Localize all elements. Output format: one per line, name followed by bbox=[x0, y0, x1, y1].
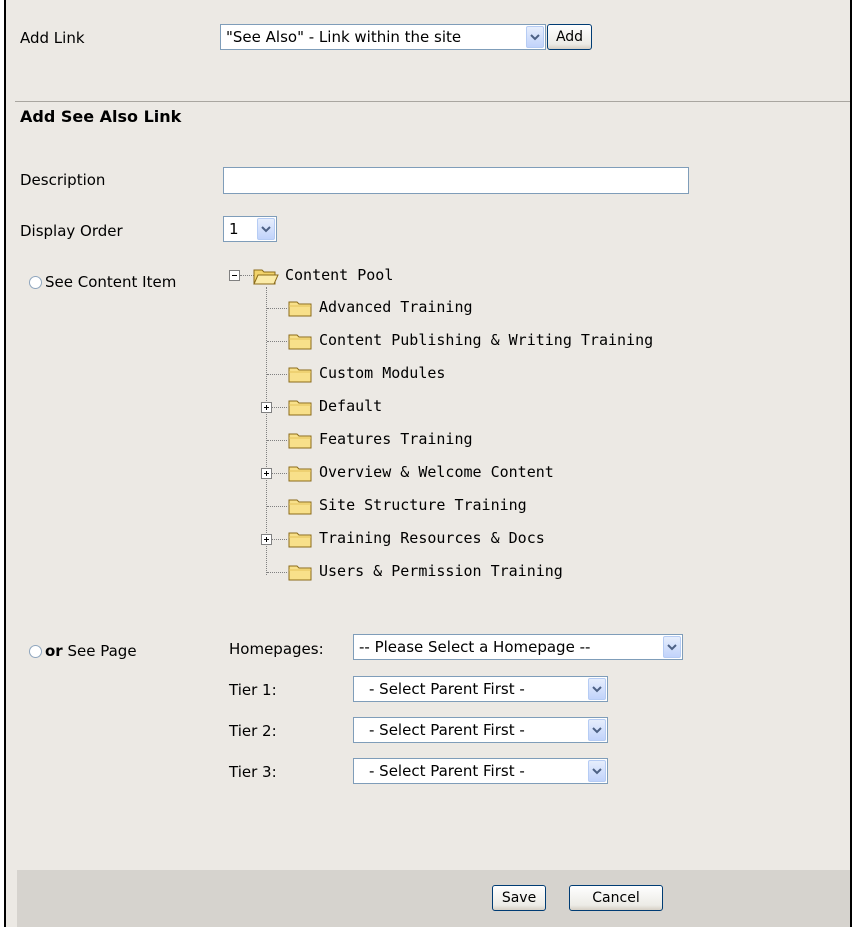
tree-expand-icon[interactable] bbox=[261, 468, 272, 479]
form-panel: Add Link "See Also" - Link within the si… bbox=[4, 0, 852, 927]
see-page-radio[interactable] bbox=[29, 645, 42, 658]
description-label: Description bbox=[20, 171, 106, 189]
folder-icon bbox=[288, 466, 312, 482]
chevron-down-icon bbox=[257, 218, 275, 240]
see-page-label: or See Page bbox=[45, 642, 137, 660]
folder-icon bbox=[288, 433, 312, 449]
display-order-label: Display Order bbox=[20, 222, 123, 240]
cancel-button[interactable]: Cancel bbox=[569, 885, 663, 911]
tree-item[interactable]: Default bbox=[319, 397, 382, 415]
tree-expand-icon[interactable] bbox=[261, 402, 272, 413]
tree-item[interactable]: Custom Modules bbox=[319, 364, 445, 382]
folder-icon bbox=[288, 400, 312, 416]
tier2-label: Tier 2: bbox=[229, 722, 277, 740]
folder-icon bbox=[288, 301, 312, 317]
tree-root-label[interactable]: Content Pool bbox=[285, 266, 393, 284]
tree-item[interactable]: Content Publishing & Writing Training bbox=[319, 331, 653, 349]
chevron-down-icon bbox=[588, 719, 606, 741]
tier3-label: Tier 3: bbox=[229, 763, 277, 781]
save-button[interactable]: Save bbox=[492, 885, 546, 911]
tier3-select[interactable]: - Select Parent First - bbox=[353, 758, 608, 784]
chevron-down-icon bbox=[588, 678, 606, 700]
open-folder-icon bbox=[253, 269, 279, 285]
tier2-select[interactable]: - Select Parent First - bbox=[353, 717, 608, 743]
folder-icon bbox=[288, 334, 312, 350]
folder-icon bbox=[288, 532, 312, 548]
footer-bar bbox=[17, 870, 850, 927]
tree-expand-icon[interactable] bbox=[261, 534, 272, 545]
homepage-select[interactable]: -- Please Select a Homepage -- bbox=[353, 634, 683, 660]
chevron-down-icon bbox=[588, 760, 606, 782]
tree-item[interactable]: Overview & Welcome Content bbox=[319, 463, 554, 481]
section-title: Add See Also Link bbox=[20, 107, 182, 126]
display-order-select[interactable]: 1 bbox=[223, 216, 277, 242]
add-link-label: Add Link bbox=[20, 29, 85, 47]
folder-icon bbox=[288, 499, 312, 515]
add-button[interactable]: Add bbox=[547, 24, 592, 50]
see-content-item-radio[interactable] bbox=[29, 276, 42, 289]
folder-icon bbox=[288, 367, 312, 383]
tree-item[interactable]: Features Training bbox=[319, 430, 473, 448]
tree-item[interactable]: Training Resources & Docs bbox=[319, 529, 545, 547]
description-input[interactable] bbox=[223, 167, 689, 194]
see-content-item-label: See Content Item bbox=[45, 273, 177, 291]
tree-item[interactable]: Site Structure Training bbox=[319, 496, 527, 514]
homepages-label: Homepages: bbox=[229, 640, 324, 658]
tree-item[interactable]: Users & Permission Training bbox=[319, 562, 563, 580]
tree-collapse-icon[interactable] bbox=[229, 270, 240, 281]
chevron-down-icon bbox=[663, 636, 681, 658]
tier1-label: Tier 1: bbox=[229, 681, 277, 699]
link-type-select[interactable]: "See Also" - Link within the site bbox=[220, 24, 546, 50]
chevron-down-icon bbox=[526, 26, 544, 48]
divider bbox=[15, 101, 850, 102]
folder-icon bbox=[288, 565, 312, 581]
tree-item[interactable]: Advanced Training bbox=[319, 298, 473, 316]
tier1-select[interactable]: - Select Parent First - bbox=[353, 676, 608, 702]
